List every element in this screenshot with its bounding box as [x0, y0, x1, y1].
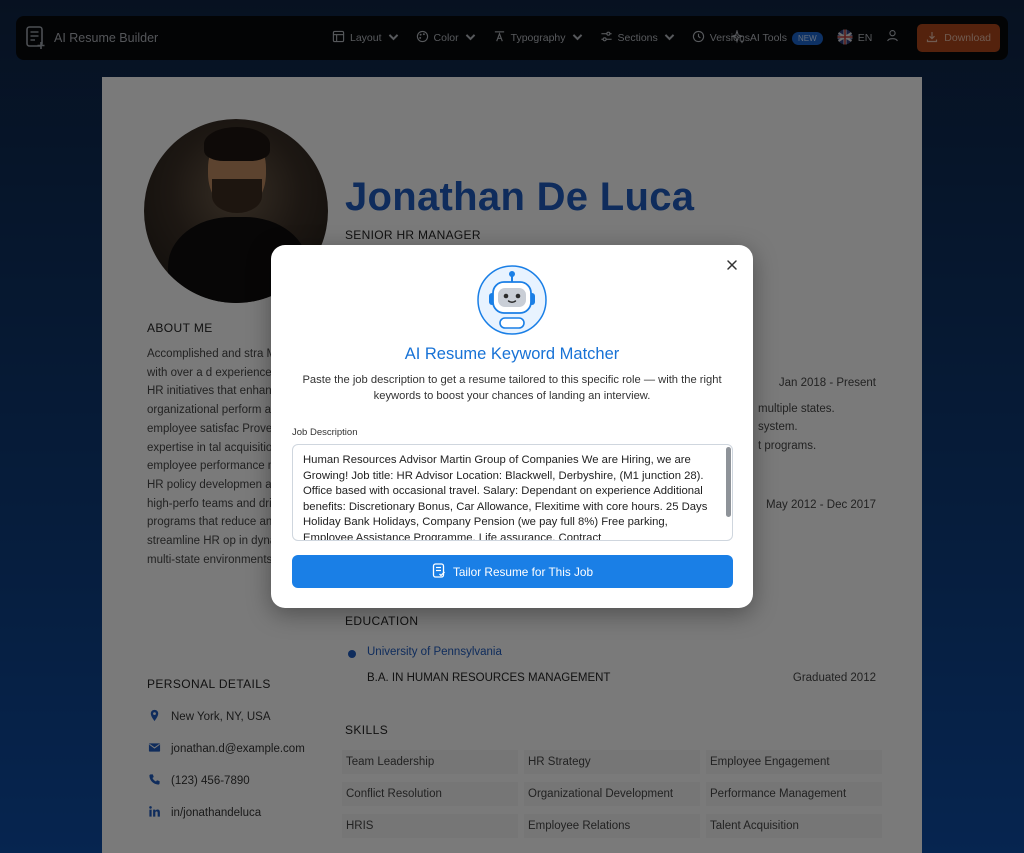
keyword-matcher-modal: AI Resume Keyword Matcher Paste the job … — [271, 245, 753, 608]
robot-icon — [477, 265, 547, 335]
document-check-icon — [432, 562, 446, 581]
close-icon[interactable] — [725, 258, 739, 272]
textarea-scrollbar[interactable] — [726, 447, 731, 517]
job-description-label: Job Description — [292, 427, 358, 438]
modal-title: AI Resume Keyword Matcher — [404, 345, 620, 363]
job-description-textarea[interactable]: Human Resources Advisor Martin Group of … — [292, 444, 733, 541]
tailor-resume-button[interactable]: Tailor Resume for This Job — [292, 555, 733, 588]
modal-description: Paste the job description to get a resum… — [302, 374, 722, 403]
job-description-text: Human Resources Advisor Martin Group of … — [303, 454, 708, 541]
tailor-resume-label: Tailor Resume for This Job — [452, 564, 594, 579]
